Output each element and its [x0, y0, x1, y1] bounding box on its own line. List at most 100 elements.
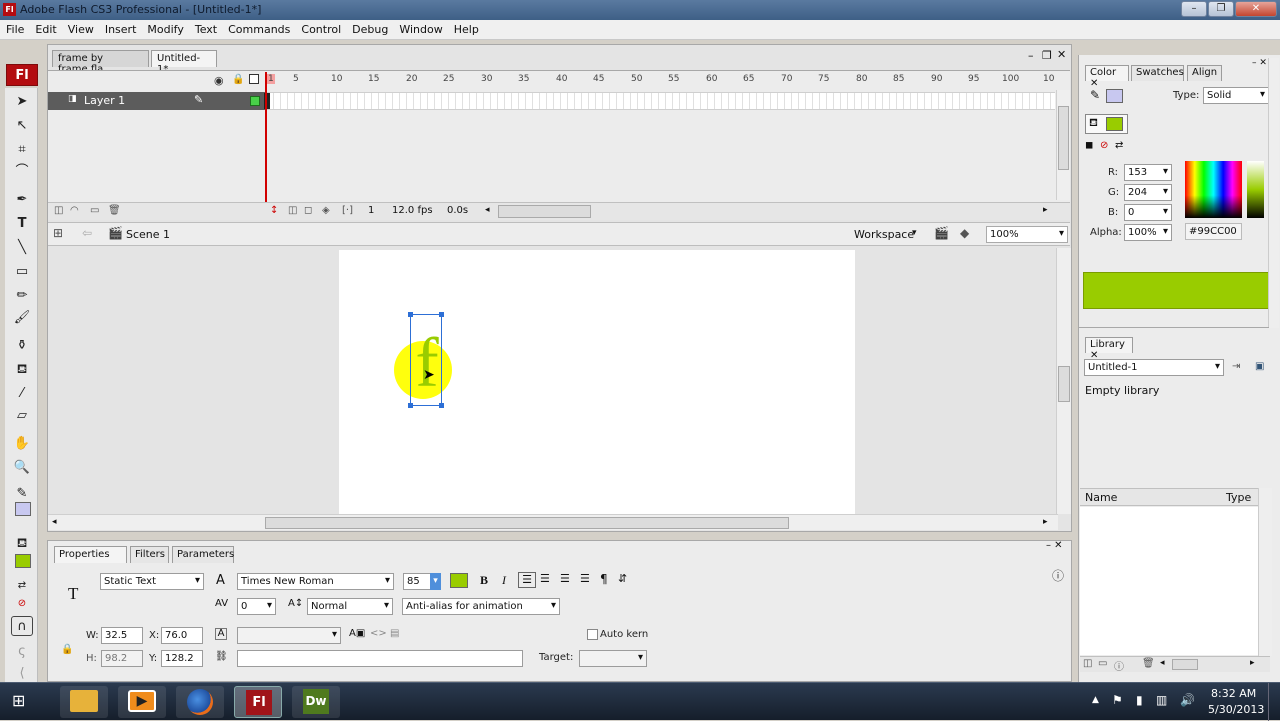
text-bounding-box[interactable] — [410, 314, 442, 406]
text-direction-icon[interactable]: ⇵ — [618, 572, 627, 585]
tab-color[interactable]: Color ✕ — [1085, 65, 1129, 89]
onion-outline-icon[interactable]: ◻ — [304, 205, 312, 216]
scroll-thumb[interactable] — [1058, 366, 1070, 402]
paint-bucket-tool-icon[interactable]: ⛾ — [11, 360, 33, 380]
zoom-tool-icon[interactable]: 🔍 — [11, 458, 33, 478]
text-tool-icon[interactable]: T — [11, 214, 33, 234]
char-position-select[interactable]: Normal — [307, 598, 393, 615]
text-fill-swatch[interactable] — [450, 573, 468, 588]
start-button-icon[interactable]: ⊞ — [12, 691, 25, 710]
menu-file[interactable]: File — [0, 20, 29, 36]
anti-alias-select[interactable]: Anti-alias for animation — [402, 598, 560, 615]
layer-outline-color[interactable] — [250, 96, 260, 106]
hex-input[interactable]: #99CC00 — [1185, 223, 1242, 240]
doc-restore-button[interactable]: ❐ — [1042, 49, 1052, 62]
render-html-icon[interactable]: <> — [370, 628, 387, 639]
bbox-handle[interactable] — [408, 312, 413, 317]
center-frame-icon[interactable]: ↕ — [270, 205, 278, 216]
outline-icon[interactable] — [249, 74, 259, 84]
bold-button[interactable]: B — [480, 573, 488, 588]
stage-vscroll[interactable] — [1056, 248, 1071, 514]
font-select[interactable]: Times New Roman — [237, 573, 394, 590]
tab-align[interactable]: Align — [1187, 65, 1222, 81]
scroll-left-icon[interactable]: ◂ — [1160, 658, 1165, 668]
scroll-thumb[interactable] — [265, 517, 789, 529]
brightness-slider[interactable] — [1247, 161, 1264, 218]
timeline-hscroll-thumb[interactable] — [498, 205, 591, 218]
align-center-icon[interactable]: ☰ — [540, 572, 550, 585]
bbox-handle[interactable] — [408, 403, 413, 408]
tab-frame-by-frame[interactable]: frame by frame.fla — [52, 50, 149, 75]
snap-magnet-icon[interactable]: ∩ — [11, 616, 33, 636]
edit-symbols-icon[interactable]: ◆ — [960, 226, 969, 240]
swap-colors-icon[interactable]: ⇄ — [11, 576, 33, 596]
align-left-icon[interactable]: ☰ — [518, 572, 536, 588]
free-transform-tool-icon[interactable]: ⌗ — [11, 140, 33, 160]
bbox-handle[interactable] — [439, 312, 444, 317]
tab-swatches[interactable]: Swatches — [1131, 65, 1184, 81]
alpha-input[interactable]: 100% — [1124, 224, 1172, 241]
border-icon[interactable]: ▤ — [390, 628, 399, 639]
show-desktop-button[interactable] — [1268, 683, 1280, 721]
new-library-panel-icon[interactable]: ▣ — [1255, 361, 1264, 372]
menu-debug[interactable]: Debug — [346, 20, 393, 36]
fill-color-swatch[interactable] — [15, 554, 31, 568]
right-dock-scrollbar[interactable] — [1268, 58, 1279, 328]
eye-icon[interactable]: ◉ — [214, 74, 224, 87]
brush-tool-icon[interactable]: 🖌 — [11, 308, 33, 328]
workspace-arrow-icon[interactable]: ▾ — [912, 228, 917, 238]
pencil-tool-icon[interactable]: ✏ — [11, 286, 33, 306]
taskbar-firefox[interactable] — [176, 686, 224, 718]
modify-onion-markers-icon[interactable]: [·] — [342, 205, 353, 216]
clock-date[interactable]: 5/30/2013 — [1208, 703, 1264, 716]
scroll-right-icon[interactable]: ▸ — [1250, 658, 1255, 668]
delete-icon[interactable]: 🗑 — [1142, 658, 1155, 669]
default-colors-icon[interactable]: ◼ — [1085, 140, 1093, 151]
workspace-menu[interactable]: Workspace — [854, 228, 914, 241]
font-size-dropdown-icon[interactable]: ▾ — [430, 573, 441, 590]
rectangle-tool-icon[interactable]: ▭ — [11, 262, 33, 282]
menu-insert[interactable]: Insert — [99, 20, 142, 36]
add-motion-guide-icon[interactable]: ◠ — [70, 205, 79, 216]
doc-minimize-button[interactable]: – — [1028, 49, 1034, 62]
maximize-button[interactable]: ❐ — [1208, 1, 1234, 17]
fill-selector[interactable]: ⛾ — [1085, 114, 1128, 134]
network-icon[interactable]: ▥ — [1156, 693, 1167, 707]
panel-menu-icon[interactable]: – ✕ — [1252, 58, 1267, 68]
stroke-color-icon[interactable]: ✎ — [11, 484, 33, 504]
auto-kern-checkbox[interactable] — [587, 629, 598, 640]
line-tool-icon[interactable]: ╲ — [11, 238, 33, 258]
tray-expand-icon[interactable]: ▲ — [1092, 695, 1099, 705]
taskbar-flash[interactable]: Fl — [234, 686, 282, 718]
ink-bottle-tool-icon[interactable]: ⚱ — [11, 336, 33, 356]
stage-hscroll[interactable]: ◂ ▸ — [48, 514, 1058, 530]
tab-parameters[interactable]: Parameters — [172, 546, 234, 563]
properties-icon[interactable]: ⓘ — [1114, 658, 1124, 673]
pen-tool-icon[interactable]: ✒ — [11, 190, 33, 210]
lock-icon[interactable]: 🔒 — [61, 644, 73, 655]
menu-modify[interactable]: Modify — [141, 20, 188, 36]
add-layer-icon[interactable]: ◫ — [54, 205, 63, 216]
tab-library[interactable]: Library ✕ — [1085, 337, 1133, 361]
edit-scene-icon[interactable]: 🎬 — [934, 226, 949, 240]
timeline-vscroll[interactable] — [1056, 90, 1070, 200]
onion-skin-icon[interactable]: ◫ — [288, 205, 297, 216]
width-input[interactable]: 32.5 — [101, 627, 143, 644]
close-button[interactable]: ✕ — [1235, 1, 1277, 17]
timeline-ruler[interactable]: 1 5 10 15 20 25 30 35 40 45 50 55 60 65 … — [267, 74, 1055, 90]
taskbar-explorer[interactable] — [60, 686, 108, 718]
taskbar-dreamweaver[interactable]: Dw — [292, 686, 340, 718]
add-folder-icon[interactable]: ▭ — [90, 205, 99, 216]
minimize-button[interactable]: – — [1181, 1, 1207, 17]
col-type[interactable]: Type — [1226, 491, 1251, 504]
panel-collapse-icon[interactable]: – ✕ — [1046, 540, 1063, 551]
scroll-thumb[interactable] — [1172, 659, 1198, 670]
blue-input[interactable]: 0 — [1124, 204, 1172, 221]
menu-window[interactable]: Window — [393, 20, 447, 36]
action-center-icon[interactable]: ⚑ — [1112, 693, 1123, 707]
letter-spacing-input[interactable]: 0 — [237, 598, 276, 615]
stroke-color-swatch[interactable] — [15, 502, 31, 516]
paragraph-icon[interactable]: ¶ — [600, 572, 608, 586]
library-list[interactable] — [1080, 507, 1258, 655]
col-name[interactable]: Name — [1085, 491, 1117, 504]
